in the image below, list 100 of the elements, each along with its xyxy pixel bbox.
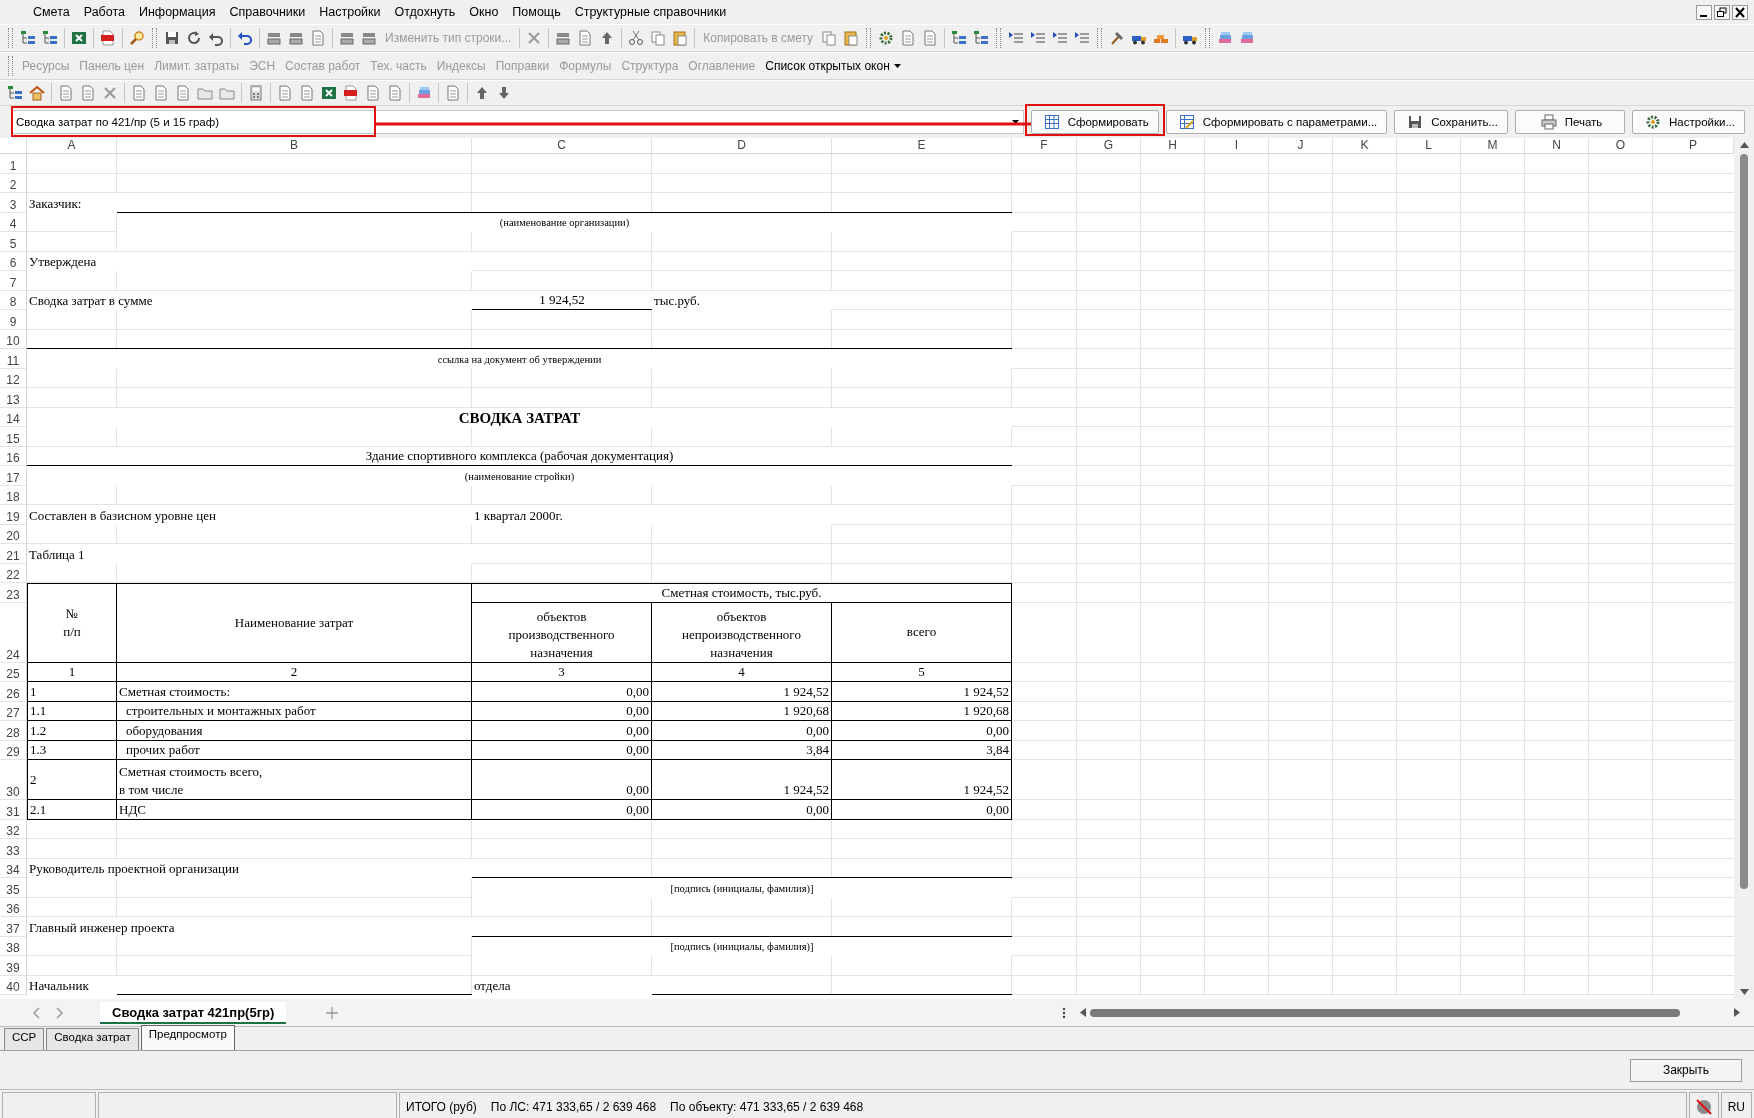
list-icon[interactable] (1030, 30, 1047, 46)
tree-list-icon[interactable] (7, 85, 23, 101)
arrow-down-icon[interactable] (496, 85, 512, 101)
list-icon[interactable] (1074, 30, 1091, 46)
document-icon[interactable] (922, 30, 939, 46)
column-header[interactable]: B (117, 138, 472, 153)
tree-list-icon[interactable] (20, 30, 36, 46)
scroll-down-icon[interactable] (1739, 989, 1749, 995)
home-icon[interactable] (29, 85, 45, 101)
column-header[interactable]: O (1589, 138, 1653, 153)
report-button[interactable]: Печать (1515, 110, 1625, 134)
cross-icon[interactable] (102, 85, 118, 101)
search-icon[interactable] (129, 30, 145, 46)
calculator-icon[interactable] (248, 85, 264, 101)
column-header[interactable]: L (1397, 138, 1461, 153)
list-icon[interactable] (1052, 30, 1069, 46)
copy-icon[interactable] (821, 30, 838, 46)
sheet-tab[interactable]: Сводка затрат 421пр(5гр) (100, 1001, 287, 1024)
previous-icon[interactable] (32, 1006, 40, 1019)
menu-item[interactable]: Структурные справочники (567, 3, 734, 21)
document-icon[interactable] (100, 30, 116, 46)
document-icon[interactable] (445, 85, 461, 101)
menu-item[interactable]: Отдохнуть (387, 3, 463, 21)
books-icon[interactable] (1239, 30, 1256, 46)
tree-list-icon[interactable] (973, 30, 990, 46)
save-icon[interactable] (164, 30, 180, 46)
clipboard-icon[interactable] (672, 30, 689, 46)
tree-list-icon[interactable] (951, 30, 968, 46)
column-header[interactable]: H (1141, 138, 1205, 153)
document-icon[interactable] (277, 85, 293, 101)
stack-icon[interactable] (555, 30, 572, 46)
minimize-icon[interactable] (1696, 4, 1712, 20)
column-header[interactable]: M (1461, 138, 1525, 153)
close-button[interactable]: Закрыть (1630, 1058, 1742, 1082)
spreadsheet-icon[interactable] (321, 85, 337, 101)
copy-icon[interactable] (650, 30, 667, 46)
column-header[interactable]: F (1012, 138, 1077, 153)
document-icon[interactable] (299, 85, 315, 101)
scissors-icon[interactable] (628, 30, 645, 46)
settings-icon[interactable] (878, 30, 895, 46)
column-header[interactable]: E (832, 138, 1012, 153)
document-icon[interactable] (310, 30, 326, 46)
document-icon[interactable] (365, 85, 381, 101)
menu-item[interactable]: Смета (26, 3, 77, 21)
spreadsheet-icon[interactable] (71, 30, 87, 46)
document-icon[interactable] (80, 85, 96, 101)
scroll-left-icon[interactable] (1080, 1008, 1086, 1017)
column-header[interactable]: A (27, 138, 117, 153)
scrollbar-thumb[interactable] (1740, 154, 1748, 889)
menu-item[interactable]: Справочники (222, 3, 313, 21)
stack-icon[interactable] (288, 30, 304, 46)
report-button[interactable]: Настройки... (1632, 110, 1745, 134)
tree-list-icon[interactable] (42, 30, 58, 46)
cross-icon[interactable] (526, 30, 543, 46)
more-icon[interactable] (1062, 1006, 1066, 1019)
scroll-right-icon[interactable] (1734, 1008, 1740, 1017)
document-icon[interactable] (58, 85, 74, 101)
column-header[interactable]: C (472, 138, 652, 153)
report-button[interactable]: Сохранить... (1394, 110, 1508, 134)
report-button[interactable]: Сформировать с параметрами... (1165, 110, 1388, 134)
folder-icon[interactable] (197, 85, 213, 101)
arrow-up-icon[interactable] (474, 85, 490, 101)
column-header[interactable]: J (1269, 138, 1333, 153)
hammer-icon[interactable] (1109, 30, 1126, 46)
document-icon[interactable] (175, 85, 191, 101)
refresh-icon[interactable] (186, 30, 202, 46)
close-icon[interactable] (1732, 4, 1748, 20)
clipboard-icon[interactable] (843, 30, 860, 46)
stack-icon[interactable] (266, 30, 282, 46)
toolbar-button[interactable]: Список открытых окон (760, 57, 906, 75)
books-icon[interactable] (1217, 30, 1234, 46)
report-button[interactable]: Сформировать (1030, 110, 1159, 134)
document-icon[interactable] (577, 30, 594, 46)
document-icon[interactable] (900, 30, 917, 46)
stack-icon[interactable] (361, 30, 377, 46)
column-header[interactable]: D (652, 138, 832, 153)
restore-icon[interactable] (1714, 4, 1730, 20)
document-icon[interactable] (343, 85, 359, 101)
menu-item[interactable]: Информация (131, 3, 223, 21)
menu-item[interactable]: Настройки (312, 3, 388, 21)
column-header[interactable]: K (1333, 138, 1397, 153)
undo-icon[interactable] (237, 30, 253, 46)
books-icon[interactable] (416, 85, 432, 101)
document-icon[interactable] (153, 85, 169, 101)
folder-icon[interactable] (219, 85, 235, 101)
view-tab[interactable]: Сводка затрат (46, 1028, 139, 1050)
stack-icon[interactable] (339, 30, 355, 46)
menu-item[interactable]: Окно (462, 3, 506, 21)
document-icon[interactable] (131, 85, 147, 101)
menu-item[interactable]: Работа (76, 3, 132, 21)
next-icon[interactable] (56, 1006, 64, 1019)
column-header[interactable]: G (1077, 138, 1141, 153)
list-icon[interactable] (1008, 30, 1025, 46)
add-icon[interactable] (326, 1006, 339, 1019)
menu-item[interactable]: Помощь (505, 3, 568, 21)
column-header[interactable]: I (1205, 138, 1269, 153)
document-icon[interactable] (387, 85, 403, 101)
view-tab[interactable]: ССР (4, 1028, 45, 1050)
scroll-up-icon[interactable] (1739, 142, 1749, 148)
column-header[interactable]: N (1525, 138, 1589, 153)
